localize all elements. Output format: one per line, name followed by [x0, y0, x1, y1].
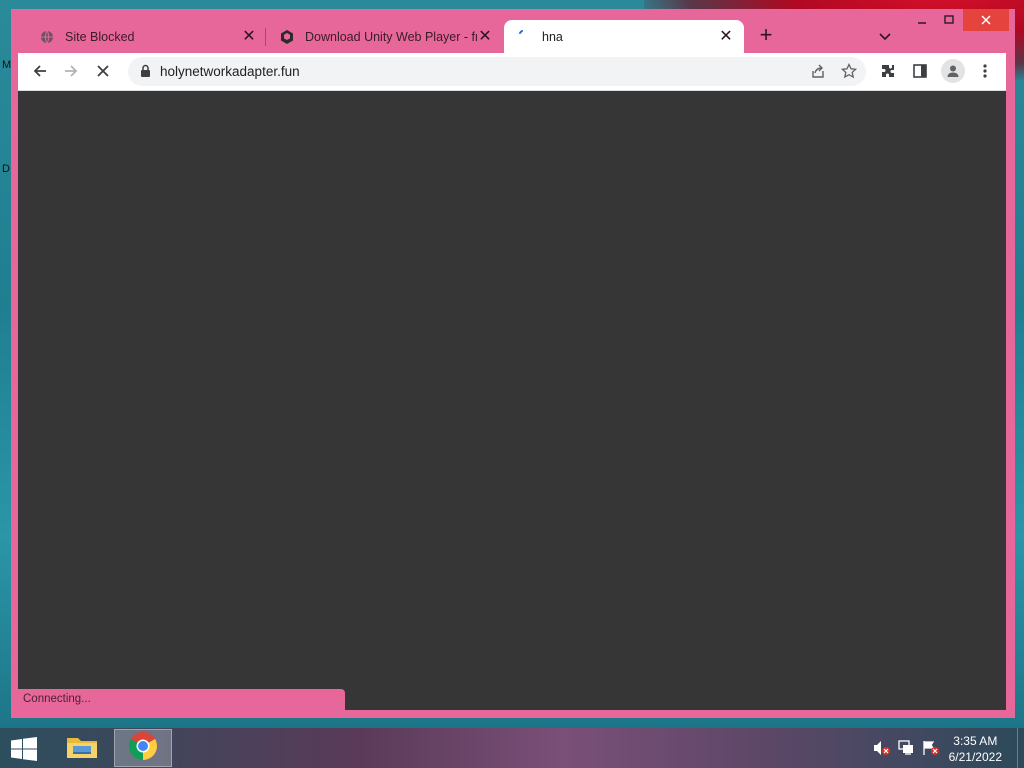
maximize-button[interactable] [936, 9, 962, 31]
tab-download-unity[interactable]: Download Unity Web Player - fre ✕ [267, 20, 503, 53]
folder-icon [65, 732, 99, 765]
system-clock[interactable]: 3:35 AM 6/21/2022 [949, 733, 1002, 765]
status-bubble: Connecting... [17, 689, 345, 711]
extensions-icon[interactable] [878, 61, 898, 81]
tab-title: Download Unity Web Player - fre [305, 29, 477, 44]
forward-button[interactable] [61, 61, 81, 81]
stop-loading-button[interactable] [93, 61, 113, 81]
close-window-button[interactable] [963, 9, 1009, 31]
minimize-button[interactable] [910, 9, 934, 31]
network-icon[interactable] [898, 740, 916, 756]
tab-hna[interactable]: hna ✕ [504, 20, 744, 53]
tab-title: Site Blocked [65, 29, 135, 44]
show-desktop-button[interactable] [1017, 728, 1024, 768]
unity-icon [279, 29, 295, 45]
close-tab-icon[interactable]: ✕ [477, 28, 493, 45]
tab-title: hna [542, 29, 563, 44]
close-tab-icon[interactable]: ✕ [241, 28, 257, 45]
bookmark-star-icon[interactable] [840, 62, 858, 84]
desktop-icon-label-fragment[interactable]: D [2, 163, 10, 175]
loading-spinner-icon [516, 29, 532, 45]
back-button[interactable] [30, 61, 50, 81]
taskbar-file-explorer[interactable] [53, 729, 111, 767]
close-tab-icon[interactable]: ✕ [718, 28, 734, 45]
browser-toolbar: holynetworkadapter.fun [18, 53, 1006, 91]
lock-icon[interactable] [140, 64, 151, 83]
side-panel-icon[interactable] [910, 61, 930, 81]
new-tab-button[interactable]: + [756, 24, 776, 46]
menu-kebab-icon[interactable] [975, 61, 995, 81]
action-center-flag-icon[interactable] [922, 740, 940, 756]
page-content-area[interactable] [18, 91, 1006, 710]
tab-separator [265, 28, 266, 46]
clock-date: 6/21/2022 [948, 750, 1002, 764]
tab-strip: Site Blocked ✕ Download Unity Web Player… [11, 9, 1015, 53]
taskbar-chrome[interactable] [114, 729, 172, 767]
tab-search-chevron-icon[interactable] [877, 28, 893, 44]
url-text[interactable]: holynetworkadapter.fun [160, 64, 300, 79]
chrome-icon [128, 731, 158, 766]
address-bar[interactable]: holynetworkadapter.fun [128, 57, 866, 86]
volume-muted-icon[interactable] [873, 740, 891, 756]
globe-icon [39, 29, 55, 45]
profile-avatar-icon[interactable] [941, 59, 965, 83]
taskbar: 3:35 AM 6/21/2022 [0, 728, 1024, 768]
tab-site-blocked[interactable]: Site Blocked ✕ [27, 20, 267, 53]
browser-window: Site Blocked ✕ Download Unity Web Player… [11, 9, 1015, 718]
clock-time: 3:35 AM [953, 734, 998, 748]
start-button[interactable] [10, 737, 38, 761]
share-icon[interactable] [810, 63, 826, 84]
desktop-icon-label-fragment[interactable]: M [2, 59, 11, 71]
